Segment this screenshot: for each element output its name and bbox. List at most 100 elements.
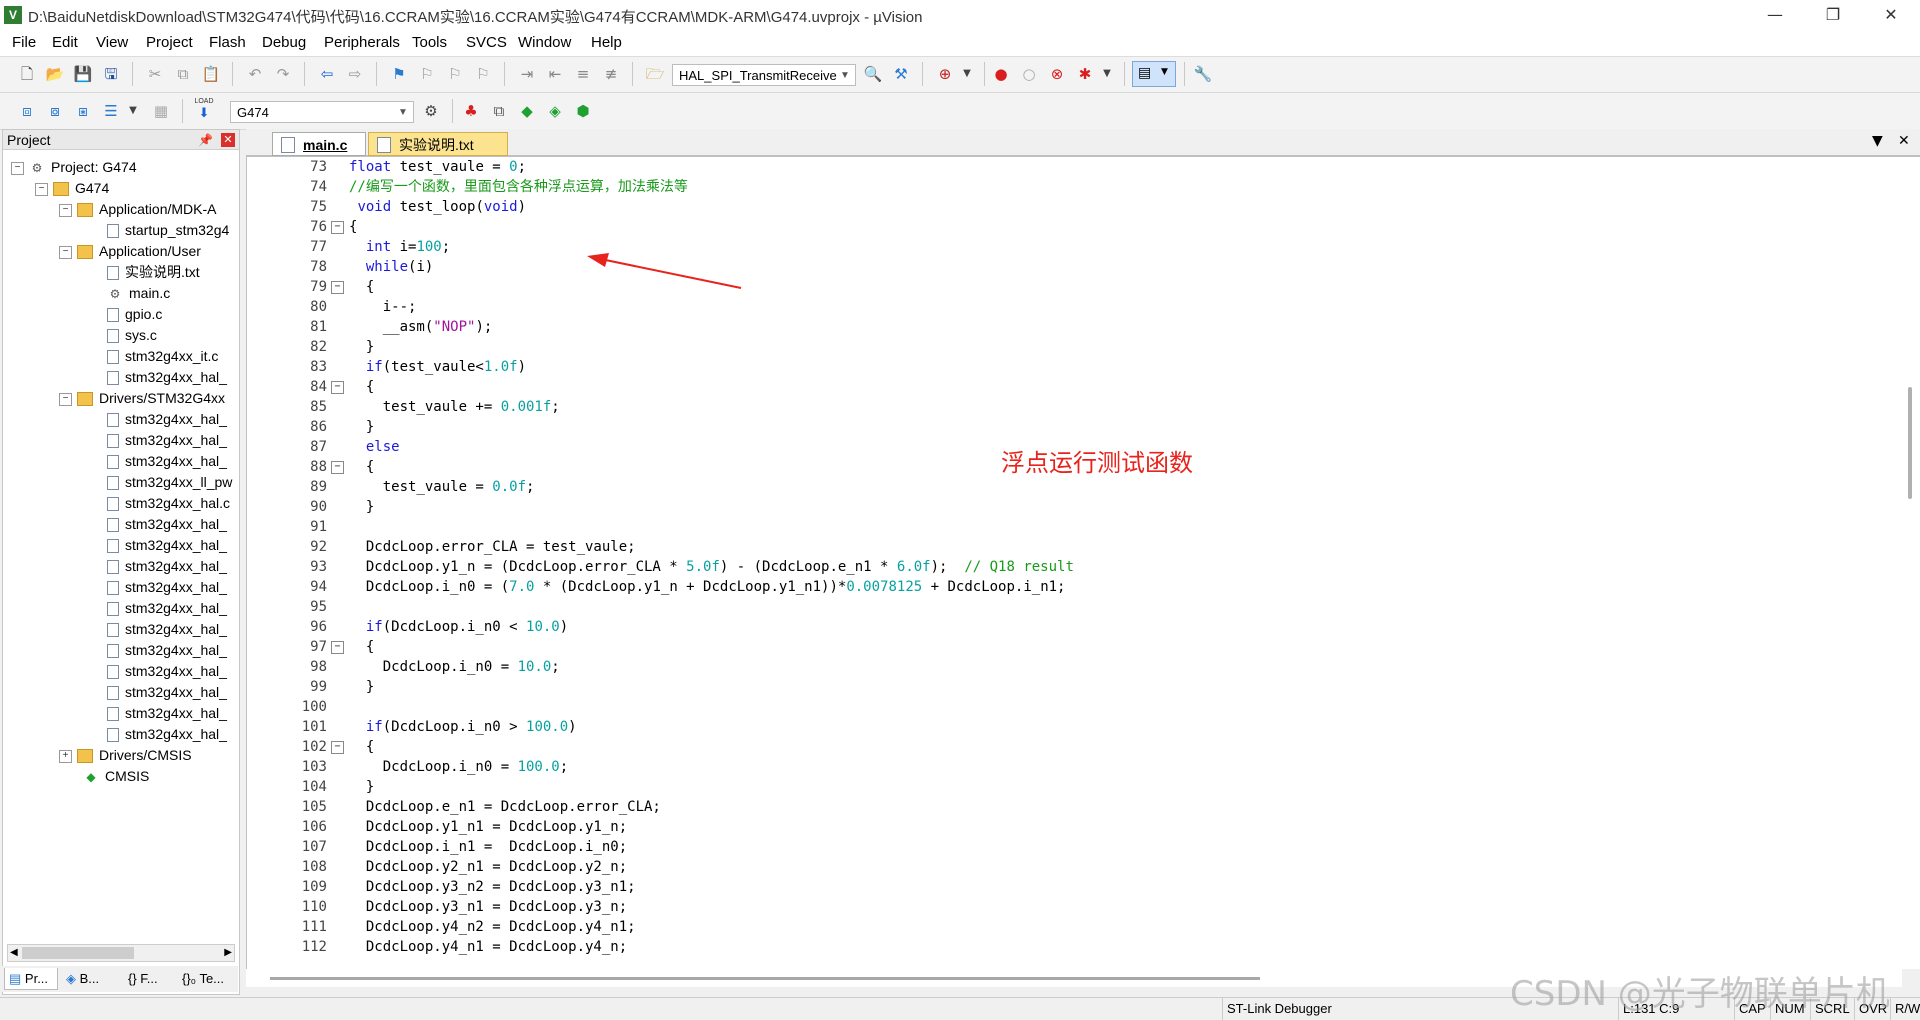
undo-icon[interactable]: ↶ [244, 63, 266, 85]
navigate-back-icon[interactable]: ⇦ [316, 63, 338, 85]
next-bookmark-icon[interactable]: ⚐ [444, 63, 466, 85]
menu-window[interactable]: Window [518, 34, 571, 51]
menu-flash[interactable]: Flash [209, 34, 246, 51]
tree-group[interactable]: − Application/MDK-A [59, 198, 217, 220]
new-file-icon[interactable]: 🗋 [16, 63, 38, 85]
close-button[interactable]: ✕ [1862, 0, 1920, 30]
menu-file[interactable]: File [12, 34, 36, 51]
comment-icon[interactable]: ≡ [572, 63, 594, 85]
incremental-find-icon[interactable]: ⚒ [890, 63, 912, 85]
load-button[interactable]: LOAD ⬇ [192, 97, 216, 123]
expand-icon[interactable]: + [59, 749, 72, 763]
batch-build-icon[interactable]: ☰ [100, 100, 122, 122]
editor-vertical-scrollbar[interactable] [1902, 157, 1920, 969]
batch-dropdown-icon[interactable]: ▼ [122, 100, 144, 122]
menu-edit[interactable]: Edit [52, 34, 78, 51]
tree-file[interactable]: stm32g4xx_hal_ [107, 681, 227, 703]
code-editor[interactable]: 73 float test_vaule = 0; 74//编写一个函数，里面包含各种… [246, 157, 1903, 969]
menu-view[interactable]: View [96, 34, 128, 51]
tree-file[interactable]: sys.c [107, 324, 157, 346]
disable-breakpoint-icon[interactable]: ○ [1018, 63, 1040, 85]
save-all-icon[interactable]: 🖫 [100, 63, 122, 85]
target-combo[interactable]: G474 ▼ [230, 101, 414, 123]
menu-debug[interactable]: Debug [262, 34, 306, 51]
tree-file[interactable]: stm32g4xx_ll_pw [107, 471, 232, 493]
window-layout-button[interactable]: ▤ ▼ [1132, 61, 1176, 87]
tree-file[interactable]: stm32g4xx_hal_ [107, 408, 227, 430]
tree-file[interactable]: stm32g4xx_hal_ [107, 429, 227, 451]
indent-icon[interactable]: ⇥ [516, 63, 538, 85]
tree-target[interactable]: − G474 [35, 177, 109, 199]
copy-icon[interactable]: ⧉ [172, 63, 194, 85]
collapse-icon[interactable]: − [35, 182, 48, 196]
manage-rte-icon[interactable]: ◆ [516, 100, 538, 122]
tree-project-root[interactable]: − ⚙ Project: G474 [11, 156, 137, 178]
tree-file[interactable]: stm32g4xx_hal_ [107, 450, 227, 472]
unindent-icon[interactable]: ⇤ [544, 63, 566, 85]
restore-button[interactable]: ❐ [1804, 0, 1862, 30]
menu-svcs[interactable]: SVCS [466, 34, 507, 51]
prev-bookmark-icon[interactable]: ⚐ [416, 63, 438, 85]
pack-installer-icon[interactable]: ⬢ [572, 100, 594, 122]
tree-file[interactable]: stm32g4xx_hal_ [107, 534, 227, 556]
menu-help[interactable]: Help [591, 34, 622, 51]
scrollbar-thumb[interactable] [22, 947, 134, 959]
collapse-icon[interactable]: − [59, 392, 72, 406]
tree-file[interactable]: 实验说明.txt [107, 261, 200, 283]
collapse-icon[interactable]: − [59, 203, 72, 217]
navigate-forward-icon[interactable]: ⇨ [344, 63, 366, 85]
tree-file[interactable]: stm32g4xx_hal_ [107, 660, 227, 682]
tree-file[interactable]: stm32g4xx_hal_ [107, 576, 227, 598]
collapse-icon[interactable]: − [59, 245, 72, 259]
menu-peripherals[interactable]: Peripherals [324, 34, 400, 51]
select-packs-icon[interactable]: ◈ [544, 100, 566, 122]
stop-build-icon[interactable]: ▦ [150, 100, 172, 122]
scroll-left-icon[interactable]: ◀ [10, 945, 18, 961]
tab-readme-txt[interactable]: 实验说明.txt [368, 132, 508, 156]
tree-file[interactable]: stm32g4xx_hal.c [107, 492, 230, 514]
open-file-icon[interactable]: 📂 [44, 63, 66, 85]
find-in-files-icon[interactable]: 🗁 [644, 63, 666, 85]
file-extensions-icon[interactable]: ⧉ [488, 100, 510, 122]
menu-project[interactable]: Project [146, 34, 193, 51]
redo-icon[interactable]: ↷ [272, 63, 294, 85]
tab-main-c[interactable]: main.c [272, 132, 366, 156]
cut-icon[interactable]: ✂ [144, 63, 166, 85]
breakpoint-icon[interactable]: ● [990, 63, 1012, 85]
start-debug-icon[interactable]: ⊕ [934, 63, 956, 85]
tree-file[interactable]: stm32g4xx_hal_ [107, 702, 227, 724]
bookmark-icon[interactable]: ⚑ [388, 63, 410, 85]
tab-list-dropdown-icon[interactable]: ▼ [1872, 133, 1883, 149]
tab-templates[interactable]: {}₀ Te... [178, 968, 238, 990]
clear-bookmarks-icon[interactable]: ⚐ [472, 63, 494, 85]
scroll-right-icon[interactable]: ▶ [224, 945, 232, 961]
tree-file[interactable]: startup_stm32g4 [107, 219, 229, 241]
tree-file[interactable]: stm32g4xx_it.c [107, 345, 218, 367]
tree-file[interactable]: stm32g4xx_hal_ [107, 366, 227, 388]
manage-project-items-icon[interactable]: ♣ [460, 100, 482, 122]
panel-horizontal-scrollbar[interactable]: ◀ ▶ [7, 944, 235, 962]
tree-component[interactable]: ◆ CMSIS [83, 765, 149, 787]
rebuild-icon[interactable]: ⧆ [72, 100, 94, 122]
tree-group[interactable]: + Drivers/CMSIS [59, 744, 192, 766]
collapse-icon[interactable]: − [11, 161, 24, 175]
kill-all-breakpoints-icon[interactable]: ✱ [1074, 63, 1096, 85]
tree-file[interactable]: stm32g4xx_hal_ [107, 723, 227, 745]
tab-books[interactable]: ◈ B... [62, 968, 120, 990]
breakpoint-dropdown-icon[interactable]: ▼ [1096, 63, 1118, 85]
function-combo[interactable]: HAL_SPI_TransmitReceive ▼ [672, 64, 856, 86]
tree-file[interactable]: stm32g4xx_hal_ [107, 597, 227, 619]
find-icon[interactable]: 🔍 [862, 63, 884, 85]
tree-file[interactable]: stm32g4xx_hal_ [107, 639, 227, 661]
tree-file[interactable]: gpio.c [107, 303, 162, 325]
save-icon[interactable]: 💾 [72, 63, 94, 85]
tree-group[interactable]: − Application/User [59, 240, 201, 262]
tree-file[interactable]: ⚙ main.c [107, 282, 171, 304]
paste-icon[interactable]: 📋 [200, 63, 222, 85]
menu-tools[interactable]: Tools [412, 34, 447, 51]
scrollbar-thumb[interactable] [1908, 387, 1912, 499]
close-tab-icon[interactable]: ✕ [1898, 133, 1910, 149]
uncomment-icon[interactable]: ≢ [600, 63, 622, 85]
tree-group[interactable]: − Drivers/STM32G4xx [59, 387, 225, 409]
tab-project[interactable]: ▤ Pr... [4, 968, 58, 990]
